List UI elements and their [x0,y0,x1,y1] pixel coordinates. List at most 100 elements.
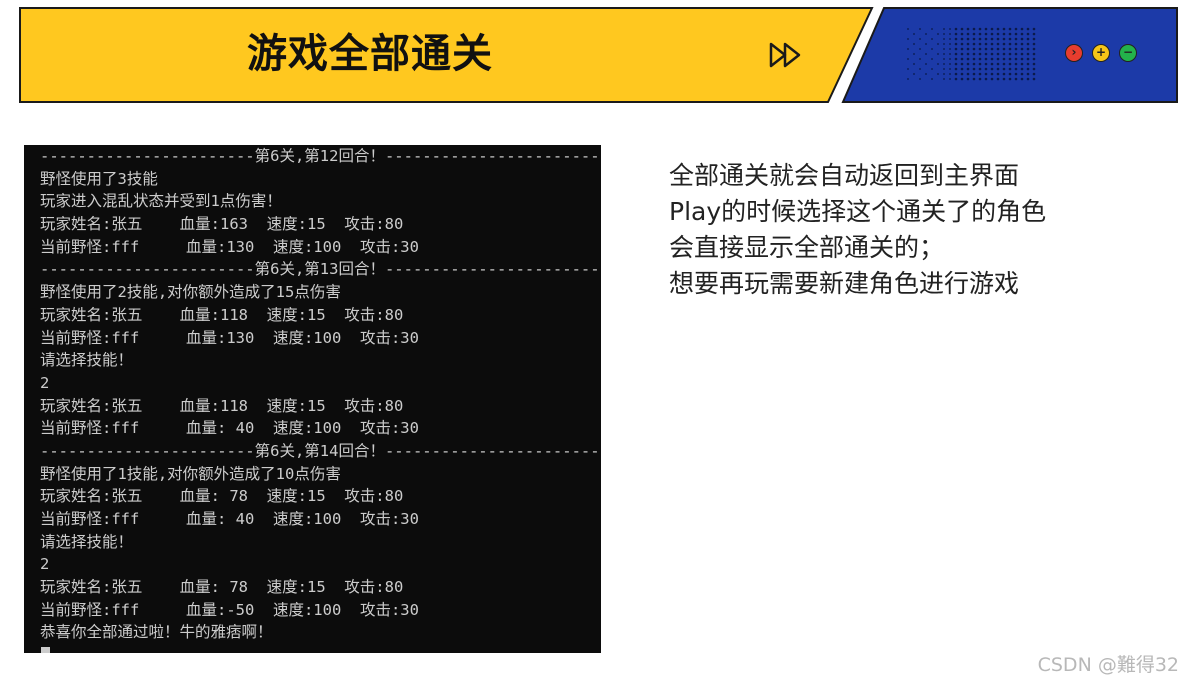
pattern-dot [949,43,951,45]
note-line: 想要再玩需要新建角色进行游戏 [669,269,1020,298]
pattern-dot [913,33,915,35]
pattern-dot [907,68,909,70]
pattern-dot [996,52,1000,56]
pattern-dot [949,38,951,40]
pattern-dot [972,62,976,66]
pattern-dot [978,72,982,76]
pattern-dot [972,37,976,41]
pattern-dot [996,67,1000,71]
pattern-dot [937,33,939,35]
pattern-dot [954,52,958,56]
pattern-dot [1032,57,1036,61]
pattern-dot [1002,47,1006,51]
pattern-dot [1014,57,1018,61]
pattern-dot [1026,62,1030,66]
pattern-dot [1020,37,1024,41]
round-separator: -----------------------第6关,第14回合！-------… [40,441,601,460]
pattern-dot [966,57,970,61]
pattern-dot [943,63,945,65]
pattern-dot [1026,72,1030,76]
pattern-dot [1020,52,1024,56]
console-window: -----------------------第6关,第12回合！-------… [24,145,601,653]
pattern-dot [943,58,945,60]
pattern-dot [913,43,915,45]
pattern-dot [972,57,976,61]
pattern-dot [1014,52,1018,56]
pattern-dot [954,67,958,71]
console-line: 2 [40,555,50,574]
pattern-dot [984,77,988,81]
pattern-dot [966,47,970,51]
pattern-dot [919,78,921,80]
pattern-dot [925,33,927,35]
pattern-dot [907,38,909,40]
console-line: 当前野怪:fff 血量:130 速度:100 攻击:30 [40,237,419,256]
pattern-dot [954,72,958,76]
pattern-dot [996,47,1000,51]
pattern-dot [1020,57,1024,61]
pattern-dot [907,78,909,80]
pattern-dot [996,72,1000,76]
pattern-dot [949,58,951,60]
console-line: 玩家姓名:张五 血量: 78 速度:15 攻击:80 [40,578,404,597]
pattern-dot [1002,72,1006,76]
pattern-dot [978,27,982,31]
pattern-dot [1008,62,1012,66]
pattern-dot [931,38,933,40]
pattern-dot [937,43,939,45]
pattern-dot [1032,52,1036,56]
pattern-dot [943,38,945,40]
pattern-dot [1020,27,1024,31]
pattern-dot [1014,27,1018,31]
pattern-dot [1026,42,1030,46]
pattern-dot [913,73,915,75]
pattern-dot [949,28,951,30]
pattern-dot [907,58,909,60]
pattern-dot [996,37,1000,41]
pattern-dot [972,42,976,46]
pattern-dot [1032,32,1036,36]
pattern-dot [996,77,1000,81]
page-title: 游戏全部通关 [247,31,493,77]
pattern-dot [919,68,921,70]
pattern-dot [925,53,927,55]
pattern-dot [1002,27,1006,31]
pattern-dot [990,67,994,71]
notes-text: 全部通关就会自动返回到主界面 Play的时候选择这个通关了的角色 会直接显示全部… [669,158,1139,302]
plus-icon[interactable]: + [1092,44,1110,62]
pattern-dot [1032,27,1036,31]
pattern-dot [966,37,970,41]
pattern-dot [931,48,933,50]
pattern-dot [954,42,958,46]
close-icon[interactable]: › [1065,44,1083,62]
pattern-dot [984,62,988,66]
console-line: 恭喜你全部通过啦！牛的雅痞啊！ [40,623,273,642]
pattern-dot [972,77,976,81]
pattern-dot [1008,32,1012,36]
pattern-dot [960,42,964,46]
note-line: 全部通关就会自动返回到主界面 [669,161,1020,190]
pattern-dot [978,67,982,71]
console-line: 野怪使用了1技能,对你额外造成了10点伤害 [40,464,341,483]
header-banner: 游戏全部通关 › + − [0,0,1185,110]
pattern-dot [1032,77,1036,81]
pattern-dot [1020,42,1024,46]
pattern-dot [990,32,994,36]
pattern-dot [972,72,976,76]
pattern-dot [954,77,958,81]
console-line: 当前野怪:fff 血量:-50 速度:100 攻击:30 [40,600,419,619]
pattern-dot [954,37,958,41]
pattern-dot [1008,67,1012,71]
pattern-dot [966,32,970,36]
pattern-dot [990,47,994,51]
pattern-dot [925,73,927,75]
pattern-dot [984,47,988,51]
pattern-dot [1020,47,1024,51]
pattern-dot [931,68,933,70]
minus-icon[interactable]: − [1119,44,1137,62]
console-line: 请选择技能！ [40,351,134,370]
console-line: 玩家进入混乱状态并受到1点伤害！ [40,192,282,211]
pattern-dot [907,28,909,30]
pattern-dot [949,63,951,65]
pattern-dot [1014,62,1018,66]
